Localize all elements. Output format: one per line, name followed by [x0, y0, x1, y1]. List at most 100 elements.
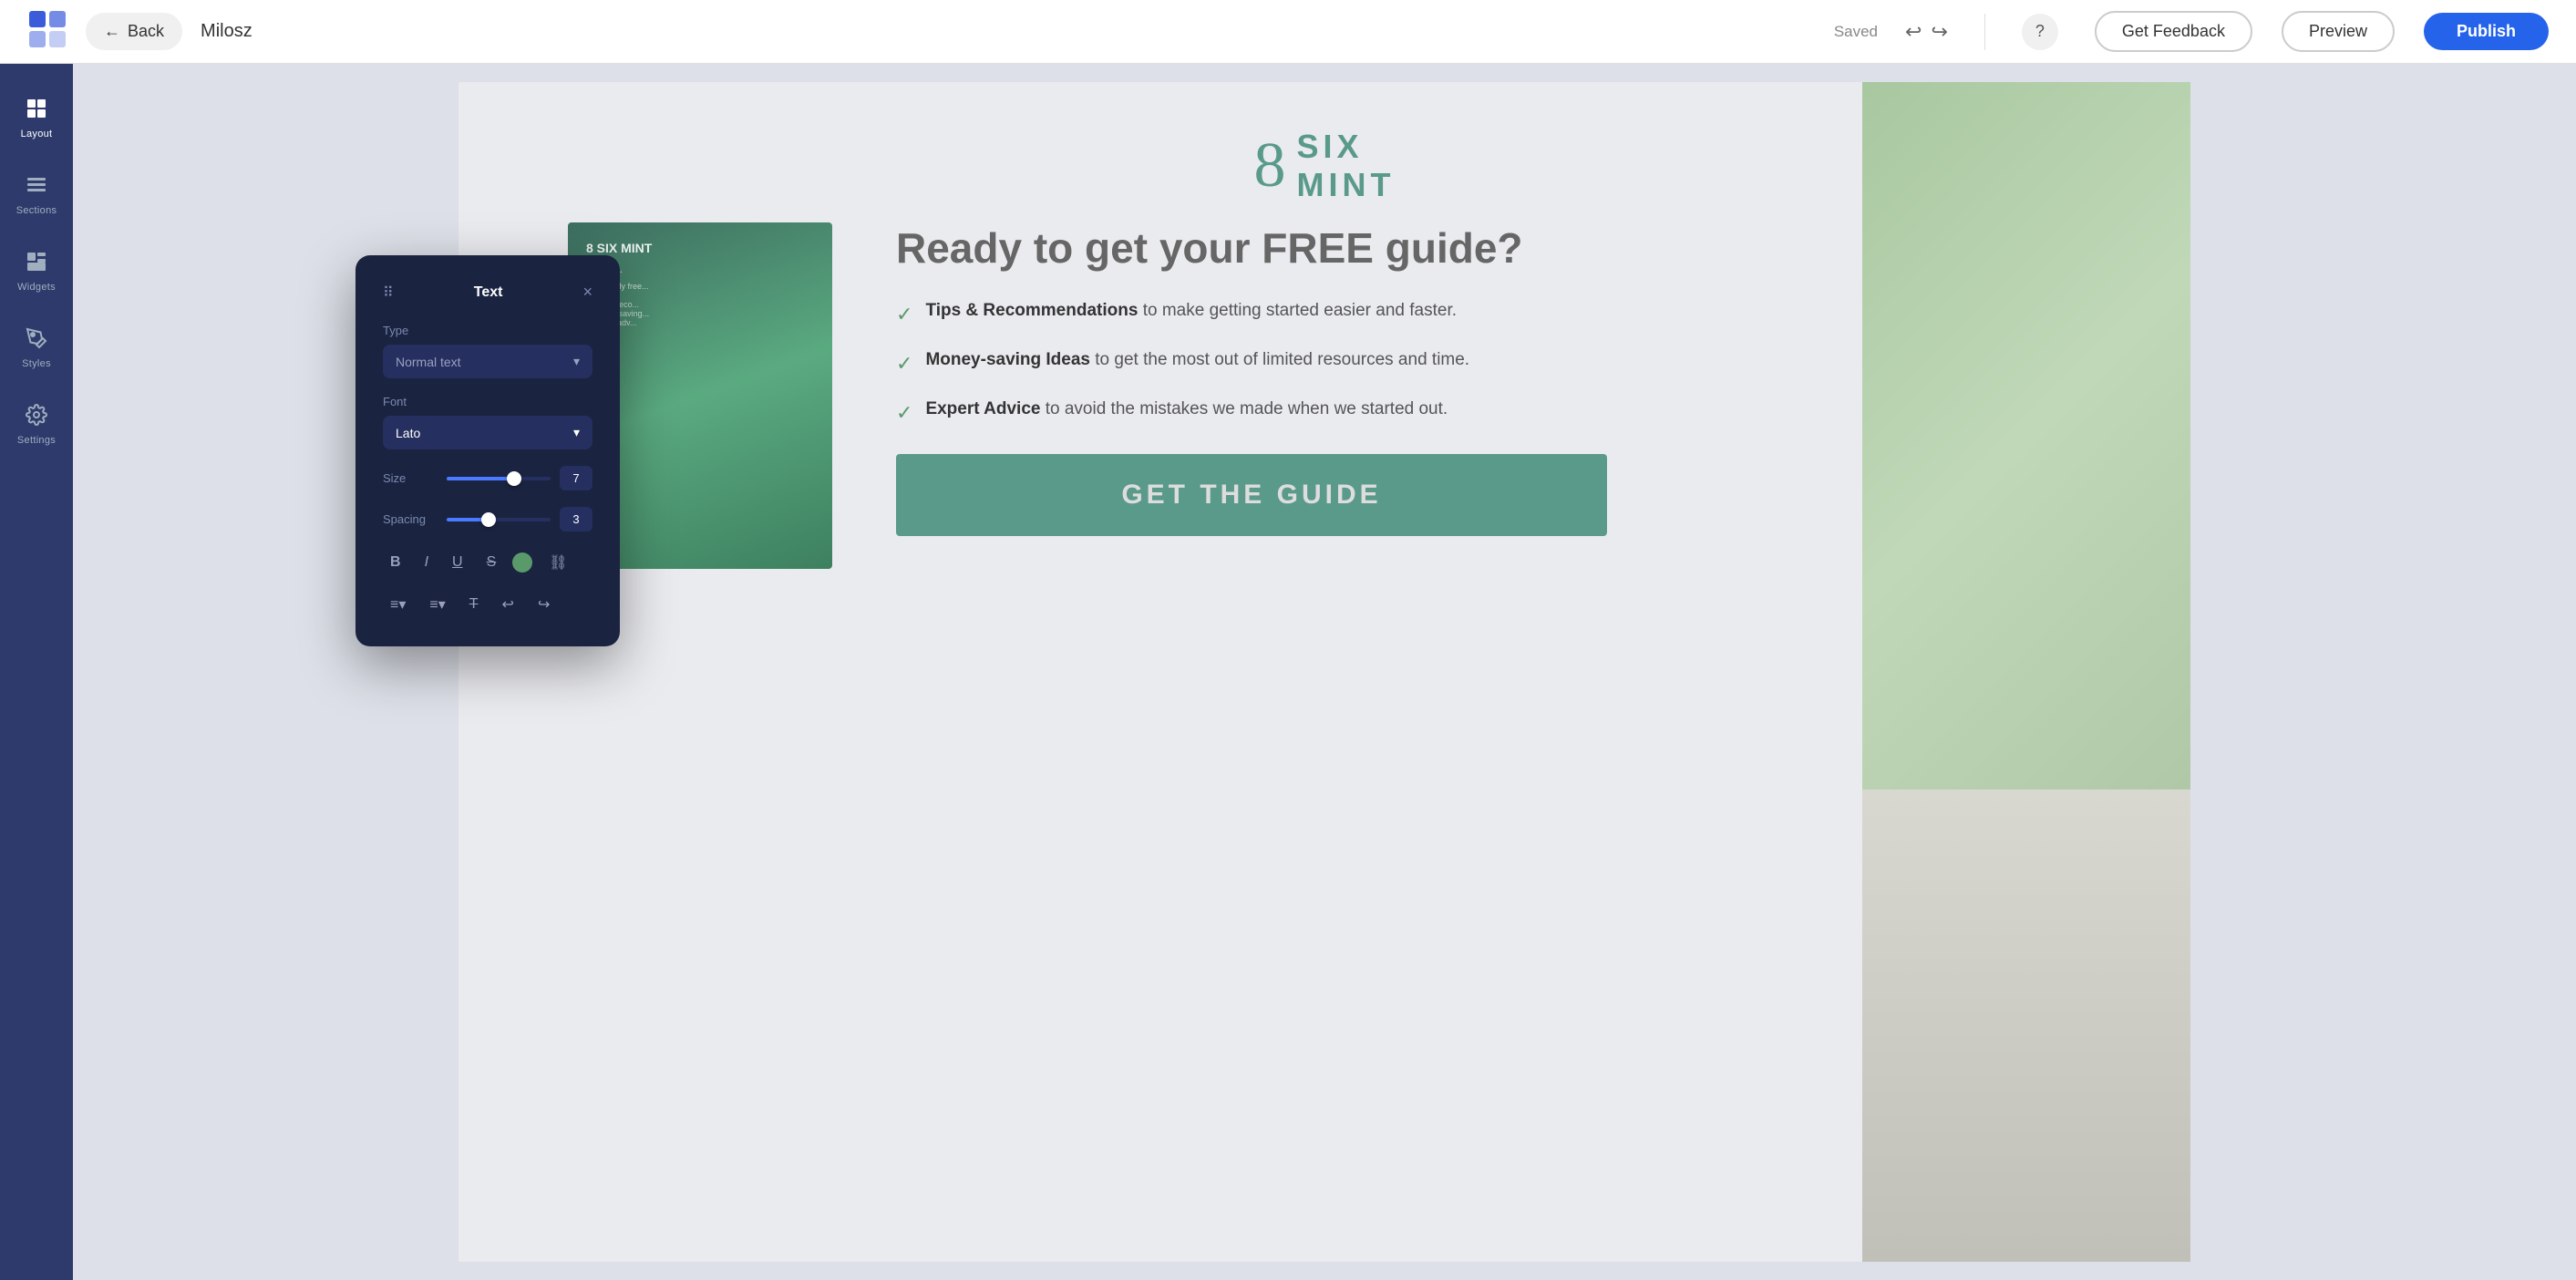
- styles-label: Styles: [22, 358, 51, 369]
- size-slider-row: Size 7: [383, 466, 592, 490]
- topbar: ← Back Milosz Saved ↩ ↪ ? Get Feedback P…: [0, 0, 2576, 64]
- redo-button[interactable]: ↪: [1931, 20, 1947, 44]
- undo-text-icon: ↩: [502, 597, 514, 613]
- book-description: This totally free...: [586, 281, 814, 293]
- sidebar-item-settings[interactable]: Settings: [0, 388, 73, 461]
- help-icon: ?: [2035, 22, 2045, 41]
- help-button[interactable]: ?: [2022, 14, 2058, 50]
- size-slider-fill: [447, 477, 514, 480]
- sidebar-item-layout[interactable]: Layout: [0, 82, 73, 155]
- type-field: Type Normal text ▾: [383, 324, 592, 378]
- bold-button[interactable]: B: [383, 549, 408, 576]
- preview-button[interactable]: Preview: [2282, 11, 2395, 52]
- benefit-text-3: Expert Advice to avoid the mistakes we m…: [925, 396, 1448, 422]
- benefit-rest-3: to avoid the mistakes we made when we st…: [1040, 399, 1448, 418]
- type-select[interactable]: Normal text ▾: [383, 345, 592, 378]
- panel-header: ⠿ Text ×: [383, 283, 592, 302]
- plant-photo: [1862, 82, 2190, 790]
- brand-mint: MINT: [1297, 166, 1396, 204]
- undo-redo-group: ↩ ↪: [1905, 20, 1948, 44]
- font-dropdown-icon: ▾: [573, 425, 580, 440]
- styles-icon: [26, 327, 47, 355]
- underline-button[interactable]: U: [445, 549, 470, 576]
- benefit-text-2: Money-saving Ideas to get the most out o…: [925, 346, 1469, 373]
- sidebar-item-widgets[interactable]: Widgets: [0, 235, 73, 308]
- size-slider-track[interactable]: [447, 477, 551, 480]
- notebook-photo: [1862, 790, 2190, 1262]
- book-logo: 8 SIX MINT: [586, 241, 814, 255]
- clear-format-icon: T: [469, 596, 479, 612]
- font-field: Font Lato ▾: [383, 395, 592, 449]
- text-color-button[interactable]: [512, 552, 532, 573]
- back-button[interactable]: ← Back: [86, 13, 182, 50]
- check-icon-1: ✓: [896, 299, 912, 330]
- align-button[interactable]: ≡▾: [383, 590, 413, 619]
- redo-text-button[interactable]: ↪: [531, 590, 557, 619]
- benefit-text-1: Tips & Recommendations to make getting s…: [925, 297, 1457, 324]
- list-style-button[interactable]: ≡▾: [422, 590, 452, 619]
- layout-label: Layout: [21, 129, 53, 139]
- italic-button[interactable]: I: [417, 549, 436, 576]
- book-list: • Tips & reco... • Money-saving... • Exp…: [586, 300, 814, 327]
- size-value: 7: [560, 466, 592, 490]
- app-logo: [27, 9, 67, 54]
- spacing-slider-track[interactable]: [447, 518, 551, 521]
- clear-format-button[interactable]: T: [462, 591, 486, 618]
- sidebar-item-sections[interactable]: Sections: [0, 159, 73, 232]
- document-title: Milosz: [201, 21, 252, 42]
- drag-handle-icon[interactable]: ⠿: [383, 284, 394, 302]
- brand-symbol: 8: [1254, 134, 1286, 198]
- publish-button[interactable]: Publish: [2424, 13, 2549, 50]
- strikethrough-button[interactable]: S: [479, 549, 504, 576]
- divider: [1984, 14, 1985, 50]
- benefit-rest-1: to make getting started easier and faste…: [1138, 301, 1457, 320]
- link-button[interactable]: ⛓: [541, 548, 574, 577]
- get-guide-button[interactable]: GET THE GUIDE: [896, 454, 1607, 536]
- benefit-rest-2: to get the most out of limited resources…: [1090, 350, 1469, 369]
- layout-icon: [26, 98, 47, 125]
- size-slider-thumb: [507, 471, 521, 486]
- brand-logo-container: 8 SIX MINT: [1254, 128, 1396, 204]
- right-photo-area: [1862, 82, 2190, 1262]
- undo-button[interactable]: ↩: [1905, 20, 1922, 44]
- benefit-bold-1: Tips & Recommendations: [925, 301, 1138, 320]
- back-arrow-icon: ←: [104, 22, 120, 41]
- font-value: Lato: [396, 426, 420, 440]
- check-icon-2: ✓: [896, 348, 912, 379]
- list-icon: ≡▾: [429, 597, 445, 613]
- font-select[interactable]: Lato ▾: [383, 416, 592, 449]
- widgets-label: Widgets: [17, 282, 56, 293]
- benefit-bold-3: Expert Advice: [925, 399, 1040, 418]
- brand-name-block: SIX MINT: [1297, 128, 1396, 204]
- type-dropdown-icon: ▾: [573, 354, 580, 369]
- save-status: Saved: [1834, 23, 1878, 41]
- settings-icon: [26, 404, 47, 431]
- page-canvas: 8 SIX MINT 8 SIX MINT Tips &... This tot…: [459, 82, 2190, 1262]
- spacing-slider-thumb: [481, 512, 496, 527]
- size-label: Size: [383, 471, 438, 485]
- sections-icon: [26, 174, 47, 201]
- settings-label: Settings: [17, 435, 56, 446]
- check-icon-3: ✓: [896, 397, 912, 428]
- book-title: Tips &...: [586, 264, 814, 275]
- panel-close-button[interactable]: ×: [582, 283, 592, 302]
- font-label: Font: [383, 395, 592, 408]
- back-label: Back: [128, 22, 164, 41]
- undo-text-button[interactable]: ↩: [495, 590, 521, 619]
- type-label: Type: [383, 324, 592, 337]
- format-toolbar-2: ≡▾ ≡▾ T ↩ ↪: [383, 590, 592, 619]
- panel-title: Text: [394, 284, 583, 301]
- spacing-slider-row: Spacing 3: [383, 507, 592, 532]
- get-feedback-button[interactable]: Get Feedback: [2095, 11, 2252, 52]
- text-panel: ⠿ Text × Type Normal text ▾ Font Lato ▾ …: [355, 255, 620, 646]
- benefit-bold-2: Money-saving Ideas: [925, 350, 1090, 369]
- spacing-label: Spacing: [383, 512, 438, 526]
- type-value: Normal text: [396, 355, 461, 369]
- sidebar: Layout Sections Widgets: [0, 64, 73, 1280]
- link-icon: ⛓: [549, 555, 567, 571]
- strikethrough-icon: S: [487, 554, 497, 570]
- format-toolbar-1: B I U S ⛓: [383, 548, 592, 577]
- widgets-icon: [26, 251, 47, 278]
- sections-label: Sections: [16, 205, 57, 216]
- sidebar-item-styles[interactable]: Styles: [0, 312, 73, 385]
